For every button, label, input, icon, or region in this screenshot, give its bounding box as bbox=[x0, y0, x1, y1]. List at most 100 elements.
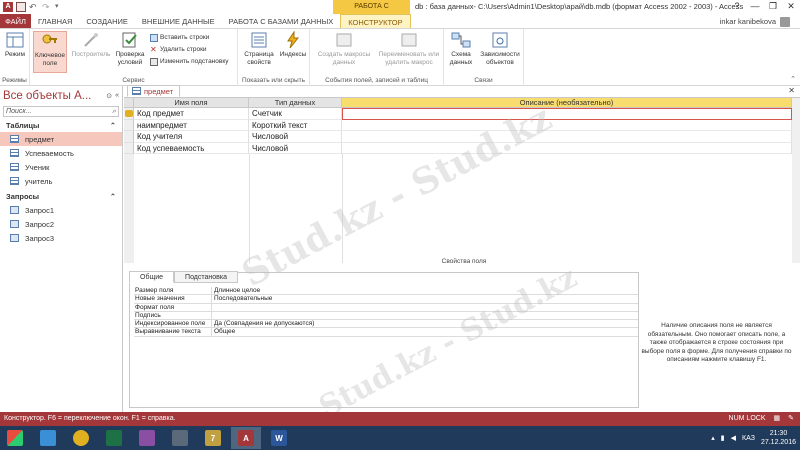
property-row[interactable]: Выравнивание текста Общее bbox=[134, 328, 638, 337]
grid-empty-area[interactable] bbox=[124, 154, 792, 263]
nav-item-table[interactable]: учитель bbox=[0, 174, 122, 188]
primary-key-button[interactable]: Ключевое поле bbox=[33, 31, 67, 73]
taskbar-explorer[interactable] bbox=[33, 427, 63, 449]
taskbar-7zip[interactable]: 7 bbox=[198, 427, 228, 449]
nav-search-placeholder: Поиск... bbox=[6, 108, 32, 115]
property-row[interactable]: Размер поля Длинное целое bbox=[134, 287, 638, 296]
save-icon[interactable] bbox=[16, 2, 26, 12]
network-icon[interactable]: ▮ bbox=[721, 434, 725, 442]
object-dependencies-button[interactable]: Зависимости объектов bbox=[478, 31, 522, 67]
document-tab[interactable]: предмет bbox=[127, 85, 181, 97]
volume-icon[interactable]: ◀ bbox=[731, 434, 736, 442]
taskbar-word[interactable]: W bbox=[264, 427, 294, 449]
tab-home[interactable]: ГЛАВНАЯ bbox=[31, 14, 79, 28]
nav-item-table[interactable]: Успеваемость bbox=[0, 146, 122, 160]
start-button[interactable] bbox=[0, 427, 30, 449]
tab-design[interactable]: КОНСТРУКТОР bbox=[340, 14, 411, 28]
create-data-macros-button[interactable]: Создать макросы данных bbox=[314, 31, 374, 67]
table-row[interactable]: Код успеваемость Числовой bbox=[124, 142, 792, 154]
nav-item-query[interactable]: Запрос2 bbox=[0, 217, 122, 231]
taskbar-chrome[interactable] bbox=[66, 427, 96, 449]
nav-search-input[interactable]: Поиск... ⌕ bbox=[3, 106, 119, 117]
field-name-cell[interactable]: Код предмет bbox=[134, 108, 249, 120]
table-row[interactable]: наимпредмет Короткий текст bbox=[124, 119, 792, 131]
tray-arrow-icon[interactable]: ▴ bbox=[711, 434, 715, 442]
edit-lookup-button[interactable]: Изменить подстановку bbox=[150, 57, 229, 67]
taskbar-access[interactable]: A bbox=[231, 427, 261, 449]
nav-item-query[interactable]: Запрос3 bbox=[0, 231, 122, 245]
property-row[interactable]: Индексированное поле Да (Совпадения не д… bbox=[134, 320, 638, 329]
help-button[interactable]: ? bbox=[728, 0, 746, 14]
clock[interactable]: 21:30 27.12.2016 bbox=[761, 429, 796, 447]
property-value[interactable]: Длинное целое bbox=[212, 287, 638, 294]
redo-icon[interactable]: ↷ bbox=[42, 2, 52, 12]
tab-database-tools[interactable]: РАБОТА С БАЗАМИ ДАННЫХ bbox=[222, 14, 341, 28]
nav-item-label: Ученик bbox=[25, 162, 50, 172]
tab-external-data[interactable]: ВНЕШНИЕ ДАННЫЕ bbox=[135, 14, 222, 28]
description-cell[interactable] bbox=[342, 108, 792, 120]
customize-qat-icon[interactable]: ▾ bbox=[55, 2, 65, 12]
row-selector[interactable] bbox=[124, 119, 134, 131]
delete-rows-button[interactable]: ✕ Удалить строки bbox=[150, 45, 207, 55]
field-name-cell[interactable]: Код учителя bbox=[134, 131, 249, 143]
search-icon: ⌕ bbox=[112, 108, 116, 115]
table-row[interactable]: Код учителя Числовой bbox=[124, 131, 792, 143]
description-cell[interactable] bbox=[342, 119, 792, 131]
nav-menu-icon[interactable]: ⊙ bbox=[106, 92, 112, 100]
builder-button[interactable]: Построитель bbox=[70, 31, 112, 59]
close-button[interactable]: ✕ bbox=[782, 0, 800, 14]
relationships-button[interactable]: Схема данных bbox=[448, 31, 474, 67]
row-selector[interactable] bbox=[124, 142, 134, 154]
undo-icon[interactable]: ↶ bbox=[29, 2, 39, 12]
data-type-cell[interactable]: Короткий текст bbox=[249, 119, 342, 131]
restore-button[interactable]: ❐ bbox=[764, 0, 782, 14]
nav-section-queries[interactable]: Запросы ⌃ bbox=[0, 191, 122, 203]
property-sheet-button[interactable]: Страница свойств bbox=[242, 31, 276, 67]
property-row[interactable]: Подпись bbox=[134, 311, 638, 321]
tab-lookup[interactable]: Подстановка bbox=[174, 271, 238, 283]
property-value[interactable] bbox=[212, 304, 638, 311]
minimize-button[interactable]: — bbox=[746, 0, 764, 14]
description-cell[interactable] bbox=[342, 131, 792, 143]
row-selector[interactable] bbox=[124, 108, 134, 120]
language-indicator[interactable]: КАЗ bbox=[742, 435, 755, 442]
row-selector[interactable] bbox=[124, 131, 134, 143]
rename-delete-macro-button[interactable]: Переименовать или удалить макрос bbox=[376, 31, 442, 67]
insert-rows-button[interactable]: Вставить строки bbox=[150, 33, 209, 43]
nav-collapse-icon[interactable]: « bbox=[115, 92, 119, 100]
data-type-cell[interactable]: Числовой bbox=[249, 131, 342, 143]
property-value[interactable]: Да (Совпадения не допускаются) bbox=[212, 320, 638, 327]
design-view-icon[interactable]: ✎ bbox=[788, 412, 794, 426]
view-button[interactable]: Режим bbox=[2, 31, 28, 59]
property-row[interactable]: Формат поля bbox=[134, 303, 638, 312]
user-account[interactable]: inkar kanibekova bbox=[720, 14, 790, 29]
indexes-button[interactable]: Индексы bbox=[278, 31, 308, 59]
validate-button[interactable]: Проверка условий bbox=[113, 31, 147, 67]
tab-create[interactable]: СОЗДАНИЕ bbox=[79, 14, 135, 28]
property-value[interactable]: Общее bbox=[212, 328, 638, 335]
table-row[interactable]: Код предмет Счетчик bbox=[124, 108, 792, 120]
data-type-cell[interactable]: Счетчик bbox=[249, 108, 342, 120]
taskbar-search-app[interactable] bbox=[165, 427, 195, 449]
nav-section-tables[interactable]: Таблицы ⌃ bbox=[0, 120, 122, 132]
nav-item-table[interactable]: предмет bbox=[0, 132, 122, 146]
tab-general[interactable]: Общие bbox=[129, 271, 175, 283]
datasheet-view-icon[interactable]: ▦ bbox=[774, 412, 781, 426]
property-name: Размер поля bbox=[134, 287, 212, 295]
close-document-icon[interactable]: ✕ bbox=[788, 86, 795, 95]
taskbar-excel[interactable] bbox=[99, 427, 129, 449]
vertical-scrollbar[interactable] bbox=[792, 98, 800, 263]
property-value[interactable] bbox=[212, 312, 638, 319]
nav-item-query[interactable]: Запрос1 bbox=[0, 203, 122, 217]
tab-file[interactable]: ФАЙЛ bbox=[0, 14, 31, 28]
taskbar-archiver[interactable] bbox=[132, 427, 162, 449]
nav-title[interactable]: Все объекты А... bbox=[3, 90, 91, 102]
property-value[interactable]: Последовательные bbox=[212, 295, 638, 302]
data-type-cell[interactable]: Числовой bbox=[249, 142, 342, 154]
property-row[interactable]: Новые значения Последовательные bbox=[134, 295, 638, 304]
description-cell[interactable] bbox=[342, 142, 792, 154]
nav-item-table[interactable]: Ученик bbox=[0, 160, 122, 174]
field-name-cell[interactable]: наимпредмет bbox=[134, 119, 249, 131]
collapse-ribbon-icon[interactable]: ⌃ bbox=[790, 75, 796, 83]
field-name-cell[interactable]: Код успеваемость bbox=[134, 142, 249, 154]
